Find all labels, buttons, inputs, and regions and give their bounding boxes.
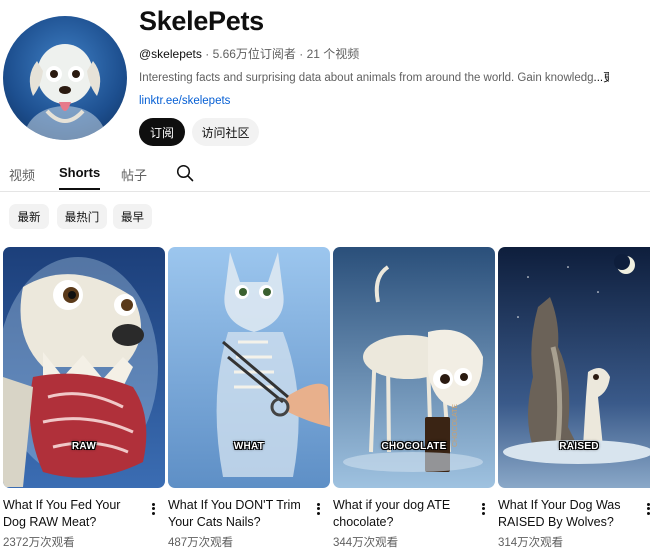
short-title[interactable]: What If Your Dog Was RAISED By Wolves? xyxy=(498,497,636,531)
meta-separator: · xyxy=(299,47,304,61)
subscriber-count: 5.66万位订阅者 xyxy=(212,47,296,61)
channel-handle: @skelepets xyxy=(139,47,202,61)
channel-avatar[interactable] xyxy=(3,16,127,140)
short-views: 2372万次观看 xyxy=(3,537,75,549)
short-thumbnail[interactable]: RAISED xyxy=(498,247,650,488)
channel-name: SkelePets xyxy=(139,6,264,36)
short-title[interactable]: What if your dog ATE chocolate? xyxy=(333,497,471,531)
more-vert-icon[interactable] xyxy=(642,501,650,519)
filter-popular[interactable]: 最热门 xyxy=(57,204,107,229)
thumbnail-overlay-text: RAISED xyxy=(559,441,599,452)
thumbnail-overlay-text: WHAT xyxy=(233,441,265,452)
subscribe-button[interactable]: 订阅 xyxy=(139,118,185,146)
tab-posts[interactable]: 帖子 xyxy=(121,165,147,192)
channel-meta: @skelepets · 5.66万位订阅者 · 21 个视频 xyxy=(139,45,359,62)
channel-tabs: 视频 Shorts 帖子 xyxy=(0,160,650,192)
thumbnail-overlay-text: CHOCOLATE xyxy=(381,441,447,452)
short-thumbnail[interactable]: RAW xyxy=(3,247,165,488)
short-thumbnail[interactable]: CHOCOLATE CHOCOLATE xyxy=(333,247,495,488)
more-vert-icon[interactable] xyxy=(477,501,489,519)
more-vert-icon[interactable] xyxy=(312,501,324,519)
search-icon[interactable] xyxy=(176,164,194,182)
description-text: Interesting facts and surprising data ab… xyxy=(139,72,594,84)
more-link[interactable]: ...更多 xyxy=(594,72,609,84)
channel-description[interactable]: Interesting facts and surprising data ab… xyxy=(139,69,609,85)
short-views: 344万次观看 xyxy=(333,537,399,549)
short-card[interactable]: RAW What If You Fed Your Dog RAW Meat? 2… xyxy=(3,247,165,549)
more-vert-icon[interactable] xyxy=(147,501,159,519)
short-title[interactable]: What If You Fed Your Dog RAW Meat? xyxy=(3,497,141,531)
tab-shorts[interactable]: Shorts xyxy=(59,165,101,190)
short-thumbnail[interactable]: WHAT xyxy=(168,247,330,488)
community-button[interactable]: 访问社区 xyxy=(192,118,259,146)
meta-separator: · xyxy=(205,47,210,61)
short-views: 487万次观看 xyxy=(168,537,234,549)
short-card[interactable]: CHOCOLATE CHOCOLATE What if your dog ATE… xyxy=(333,247,495,549)
thumbnail-overlay-text: RAW xyxy=(71,441,97,452)
tab-videos[interactable]: 视频 xyxy=(9,165,35,192)
short-card[interactable]: RAISED What If Your Dog Was RAISED By Wo… xyxy=(498,247,650,549)
channel-link[interactable]: linktr.ee/skelepets xyxy=(139,95,230,107)
short-views: 314万次观看 xyxy=(498,537,564,549)
filter-latest[interactable]: 最新 xyxy=(9,204,49,229)
short-card[interactable]: WHAT What If You DON'T Trim Your Cats Na… xyxy=(168,247,330,549)
video-count: 21 个视频 xyxy=(306,47,360,61)
filter-oldest[interactable]: 最早 xyxy=(113,204,152,229)
short-title[interactable]: What If You DON'T Trim Your Cats Nails? xyxy=(168,497,306,531)
